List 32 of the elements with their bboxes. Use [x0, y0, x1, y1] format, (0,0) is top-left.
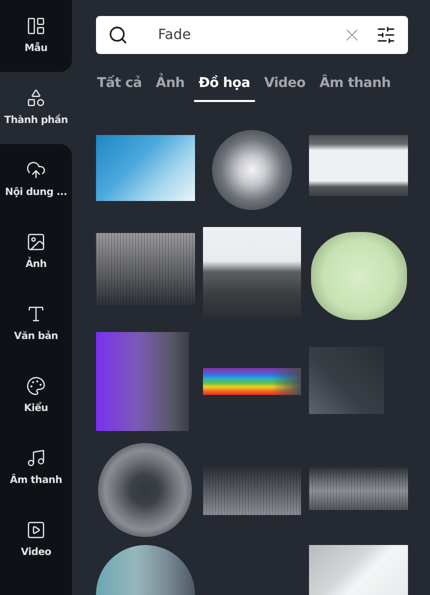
sky-texture-graphic[interactable] [96, 135, 195, 201]
halftone-band-graphic[interactable] [202, 467, 302, 515]
cloud-upload-icon [26, 160, 46, 180]
halftone-strip-graphic[interactable] [309, 467, 408, 510]
category-tab[interactable]: Video [259, 66, 310, 102]
sidebar-item[interactable]: Kiểu [0, 360, 72, 432]
music-note-icon [26, 448, 46, 468]
image-icon [26, 232, 46, 252]
search-input[interactable]: Fade [158, 24, 342, 46]
category-tab[interactable]: Ảnh [150, 66, 190, 102]
filter-icon[interactable] [376, 25, 396, 45]
layout-icon [26, 16, 46, 36]
sidebar-item[interactable]: Âm thanh [0, 432, 72, 504]
treeline-photo-placeholder[interactable] [202, 227, 302, 317]
brush-strip-graphic[interactable] [309, 135, 408, 196]
halftone-fade-graphic[interactable] [96, 233, 195, 305]
sidebar-item[interactable]: Văn bản [0, 288, 72, 360]
search-icon [108, 25, 128, 45]
sidebar-item[interactable]: Nội dung ... [0, 144, 72, 216]
text-icon [26, 304, 46, 324]
search-field[interactable]: Fade [96, 16, 408, 54]
sidebar-item[interactable]: Video [0, 504, 72, 576]
sidebar-item[interactable]: Mẫu [0, 0, 72, 72]
category-tab[interactable]: Âm thanh [314, 66, 396, 102]
play-square-icon [26, 520, 46, 540]
sidebar-item[interactable]: Ảnh [0, 216, 72, 288]
rainbow-stripe-graphic[interactable] [202, 368, 302, 395]
shapes-icon [26, 88, 46, 108]
category-tab[interactable]: Đồ họa [194, 66, 256, 102]
palette-icon [26, 376, 46, 396]
category-tab[interactable]: Tất cả [92, 66, 147, 102]
sidebar-background [0, 576, 72, 595]
